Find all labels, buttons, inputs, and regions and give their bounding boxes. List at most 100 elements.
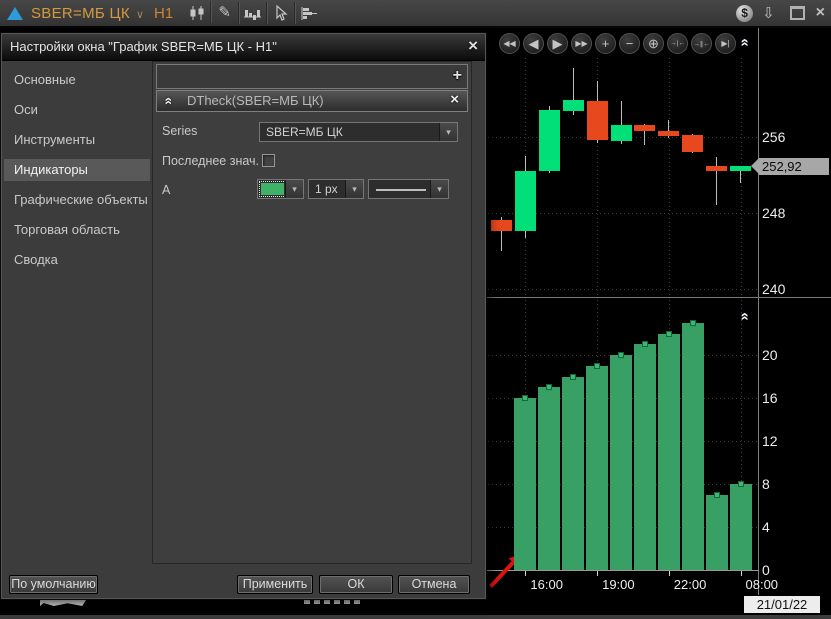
series-value: SBER=МБ ЦК <box>266 125 343 139</box>
time-axis-tick <box>597 571 598 576</box>
symbol-selector[interactable]: SBER=МБ ЦК <box>31 5 130 22</box>
arrow-annotation[interactable] <box>489 560 515 588</box>
last-price-tag: 252,92 <box>759 158 829 175</box>
time-axis-label: 08:00 <box>746 577 779 592</box>
app-window: » » 252,92 21/01/22 ◀◀◀▶▶▶+−⊕→|←→∥←▶|256… <box>0 0 831 619</box>
indicator-bar <box>538 387 560 570</box>
time-axis-tick <box>741 571 742 576</box>
dialog-close-icon[interactable]: × <box>468 37 478 55</box>
nav-zoom-in-button[interactable]: + <box>595 33 616 54</box>
nav-scroll-fast-right-button[interactable]: ▶▶ <box>571 33 592 54</box>
levels-icon[interactable] <box>294 2 322 24</box>
draw-icon[interactable]: ✎ <box>210 1 238 23</box>
indicator-bar-marker <box>546 384 552 390</box>
download-arrow-icon[interactable]: ⇩ <box>762 4 775 22</box>
time-axis-line <box>487 570 758 571</box>
chart-type-icon[interactable] <box>183 2 210 24</box>
indicator-bar-marker <box>618 352 624 358</box>
time-axis-label: 19:00 <box>602 577 635 592</box>
dialog-titlebar[interactable]: Настройки окна "График SBER=МБ ЦК - H1" <box>2 34 485 61</box>
line-style-dropdown[interactable]: ▾ <box>368 179 449 199</box>
add-indicator-bar: + <box>156 64 468 89</box>
price-axis-label: 240 <box>762 281 785 297</box>
indicator-bar <box>610 355 632 570</box>
add-indicator-button[interactable]: + <box>453 67 462 85</box>
indicator-bar <box>682 323 704 570</box>
settings-dialog: Настройки окна "График SBER=МБ ЦК - H1" … <box>0 32 487 600</box>
collapse-indicator-icon[interactable]: » <box>160 97 174 105</box>
close-icon[interactable]: × <box>816 5 825 21</box>
candle <box>634 125 655 132</box>
sidebar-item-svodka[interactable]: Сводка <box>4 249 150 271</box>
dollar-icon[interactable]: $ <box>736 5 753 22</box>
chevron-down-icon[interactable]: ▾ <box>345 180 363 198</box>
chevron-down-icon[interactable]: ▾ <box>430 180 448 198</box>
indicator-axis-label: 20 <box>762 347 778 363</box>
apply-button[interactable]: Применить <box>237 575 313 594</box>
market-depth-icon[interactable] <box>238 2 266 24</box>
collapse-indicator-panel-icon[interactable]: » <box>737 312 752 320</box>
indicator-axis-label: 8 <box>762 476 770 492</box>
nav-scroll-right-button[interactable]: ▶ <box>547 33 568 54</box>
last-value-checkbox[interactable] <box>262 154 275 167</box>
cursor-icon[interactable] <box>266 2 294 24</box>
sidebar-item-indikatory[interactable]: Индикаторы <box>4 159 150 181</box>
sidebar-item-osi[interactable]: Оси <box>4 99 150 121</box>
nav-scroll-fast-left-button[interactable]: ◀◀ <box>499 33 520 54</box>
candle <box>611 125 632 141</box>
candle-wick <box>716 157 717 205</box>
candle <box>658 131 679 136</box>
sidebar-item-torgovaya-oblast[interactable]: Торговая область <box>4 219 150 241</box>
line-width-value: 1 px <box>315 182 338 196</box>
indicator-bar-marker <box>642 341 648 347</box>
indicator-bar-marker <box>522 395 528 401</box>
indicator-bar-marker <box>570 374 576 380</box>
nav-scroll-to-end-button[interactable]: ▶| <box>715 33 736 54</box>
indicator-bar-marker <box>690 320 696 326</box>
candle <box>563 100 584 111</box>
date-label: 21/01/22 <box>744 596 820 613</box>
series-label: Series <box>162 124 197 138</box>
time-axis-label: 16:00 <box>530 577 563 592</box>
minimize-icon[interactable] <box>790 6 805 20</box>
candle <box>730 166 751 171</box>
nav-compress-horizontal-button[interactable]: →|← <box>667 33 688 54</box>
color-swatch <box>261 183 284 195</box>
ok-button[interactable]: ОК <box>319 575 393 594</box>
indicator-axis-label: 4 <box>762 519 770 535</box>
indicator-axis-label: 0 <box>762 562 770 578</box>
indicator-bar <box>586 366 608 570</box>
clipped-text-fragment <box>304 600 360 604</box>
chevron-down-icon[interactable]: ∨ <box>136 8 144 21</box>
time-axis-tick <box>525 571 526 576</box>
gridline <box>488 289 757 290</box>
time-axis-label: 22:00 <box>674 577 707 592</box>
chevron-down-icon[interactable]: ▾ <box>285 180 303 198</box>
candle <box>706 166 727 172</box>
nav-zoom-out-button[interactable]: − <box>619 33 640 54</box>
line-width-dropdown[interactable]: 1 px ▾ <box>308 179 364 199</box>
timeframe-button[interactable]: H1 <box>154 5 173 22</box>
last-value-label: Последнее знач. <box>162 154 259 168</box>
price-axis-line <box>758 28 759 595</box>
indicator-bar-marker <box>738 481 744 487</box>
color-dropdown[interactable]: ▾ <box>257 179 304 199</box>
collapse-price-panel-icon[interactable]: » <box>737 38 752 46</box>
indicator-bar <box>658 334 680 571</box>
remove-indicator-icon[interactable]: × <box>450 91 459 108</box>
indicator-bar-marker <box>666 331 672 337</box>
line-style-preview <box>376 189 426 191</box>
app-toolbar: SBER=МБ ЦК ∨ H1 ✎ <box>0 0 831 28</box>
nav-zoom-region-button[interactable]: ⊕ <box>643 33 664 54</box>
cancel-button[interactable]: Отмена <box>398 575 470 594</box>
nav-compress-vertical-button[interactable]: →∥← <box>691 33 712 54</box>
candle <box>491 220 512 231</box>
chevron-down-icon[interactable]: ▾ <box>439 123 457 141</box>
sidebar-item-osnovnye[interactable]: Основные <box>4 69 150 91</box>
nav-scroll-left-button[interactable]: ◀ <box>523 33 544 54</box>
sidebar-item-instrumenty[interactable]: Инструменты <box>4 129 150 151</box>
default-button[interactable]: По умолчанию <box>9 575 98 594</box>
sidebar-item-graficheskie-obekty[interactable]: Графические объекты <box>4 189 150 211</box>
indicator-header: DTheck(SBER=МБ ЦК) <box>156 90 468 112</box>
series-dropdown[interactable]: SBER=МБ ЦК ▾ <box>259 122 458 142</box>
